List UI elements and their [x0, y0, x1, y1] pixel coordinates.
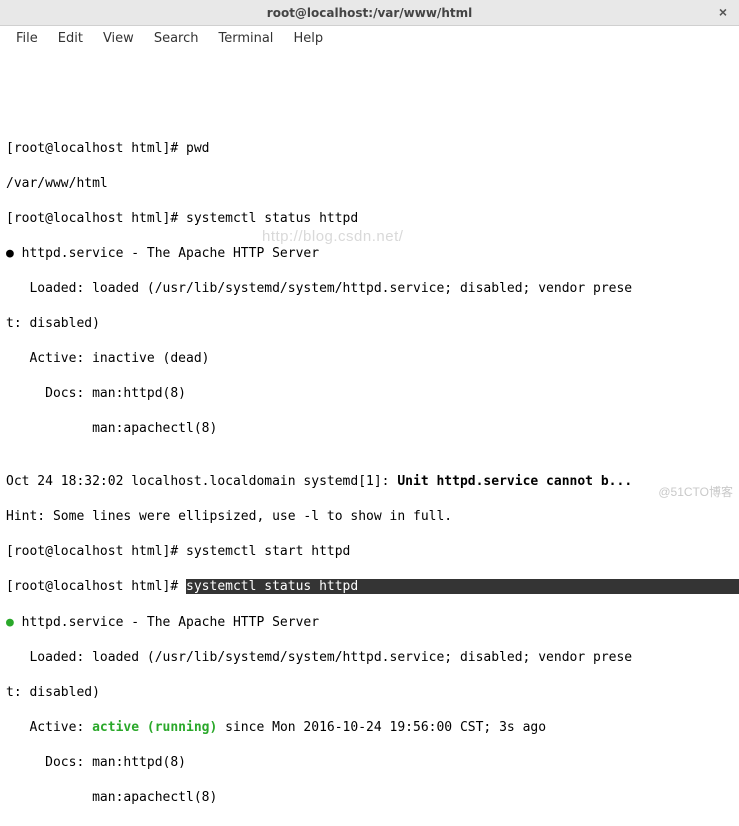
term-text: since Mon 2016-10-24 19:56:00 CST; 3s ag… — [217, 720, 546, 735]
selected-text: systemctl status httpd — [186, 579, 358, 594]
term-line: t: disabled) — [6, 684, 733, 702]
window-title: root@localhost:/var/www/html — [267, 6, 472, 20]
term-line: ● httpd.service - The Apache HTTP Server — [6, 614, 733, 632]
term-line: Active: inactive (dead) — [6, 350, 733, 368]
term-text: httpd.service - The Apache HTTP Server — [14, 615, 319, 630]
term-line: [root@localhost html]# systemctl status … — [6, 578, 733, 596]
status-active: active (running) — [92, 720, 217, 735]
term-line: Active: active (running) since Mon 2016-… — [6, 719, 733, 737]
term-line: Loaded: loaded (/usr/lib/systemd/system/… — [6, 649, 733, 667]
term-line: Docs: man:httpd(8) — [6, 754, 733, 772]
window-titlebar: root@localhost:/var/www/html × — [0, 0, 739, 26]
status-bullet-icon: ● — [6, 246, 14, 261]
close-icon[interactable]: × — [715, 4, 731, 20]
menubar: File Edit View Search Terminal Help — [0, 26, 739, 50]
status-bullet-icon: ● — [6, 615, 14, 630]
term-line: Loaded: loaded (/usr/lib/systemd/system/… — [6, 280, 733, 298]
term-text: Oct 24 18:32:02 localhost.localdomain sy… — [6, 474, 397, 489]
term-line: ● httpd.service - The Apache HTTP Server — [6, 245, 733, 263]
footer-watermark: @51CTO博客 — [658, 483, 733, 500]
term-line: Oct 24 18:32:02 localhost.localdomain sy… — [6, 473, 733, 491]
menu-file[interactable]: File — [6, 28, 48, 49]
term-line: t: disabled) — [6, 315, 733, 333]
term-text: [root@localhost html]# — [6, 579, 186, 594]
term-text: httpd.service - The Apache HTTP Server — [14, 246, 319, 261]
term-line: man:apachectl(8) — [6, 420, 733, 438]
term-line: [root@localhost html]# systemctl status … — [6, 210, 733, 228]
term-line: /var/www/html — [6, 175, 733, 193]
menu-terminal[interactable]: Terminal — [208, 28, 283, 49]
term-line: [root@localhost html]# systemctl start h… — [6, 543, 733, 561]
term-line: man:apachectl(8) — [6, 789, 733, 807]
terminal-output[interactable]: [root@localhost html]# pwd /var/www/html… — [0, 50, 739, 826]
term-text: Active: — [6, 720, 92, 735]
menu-edit[interactable]: Edit — [48, 28, 93, 49]
term-line: [root@localhost html]# pwd — [6, 140, 733, 158]
selected-fill — [358, 579, 739, 594]
term-line: Docs: man:httpd(8) — [6, 385, 733, 403]
menu-view[interactable]: View — [93, 28, 144, 49]
term-text-bold: Unit httpd.service cannot b... — [397, 474, 632, 489]
menu-help[interactable]: Help — [283, 28, 333, 49]
term-line: Hint: Some lines were ellipsized, use -l… — [6, 508, 733, 526]
menu-search[interactable]: Search — [144, 28, 209, 49]
